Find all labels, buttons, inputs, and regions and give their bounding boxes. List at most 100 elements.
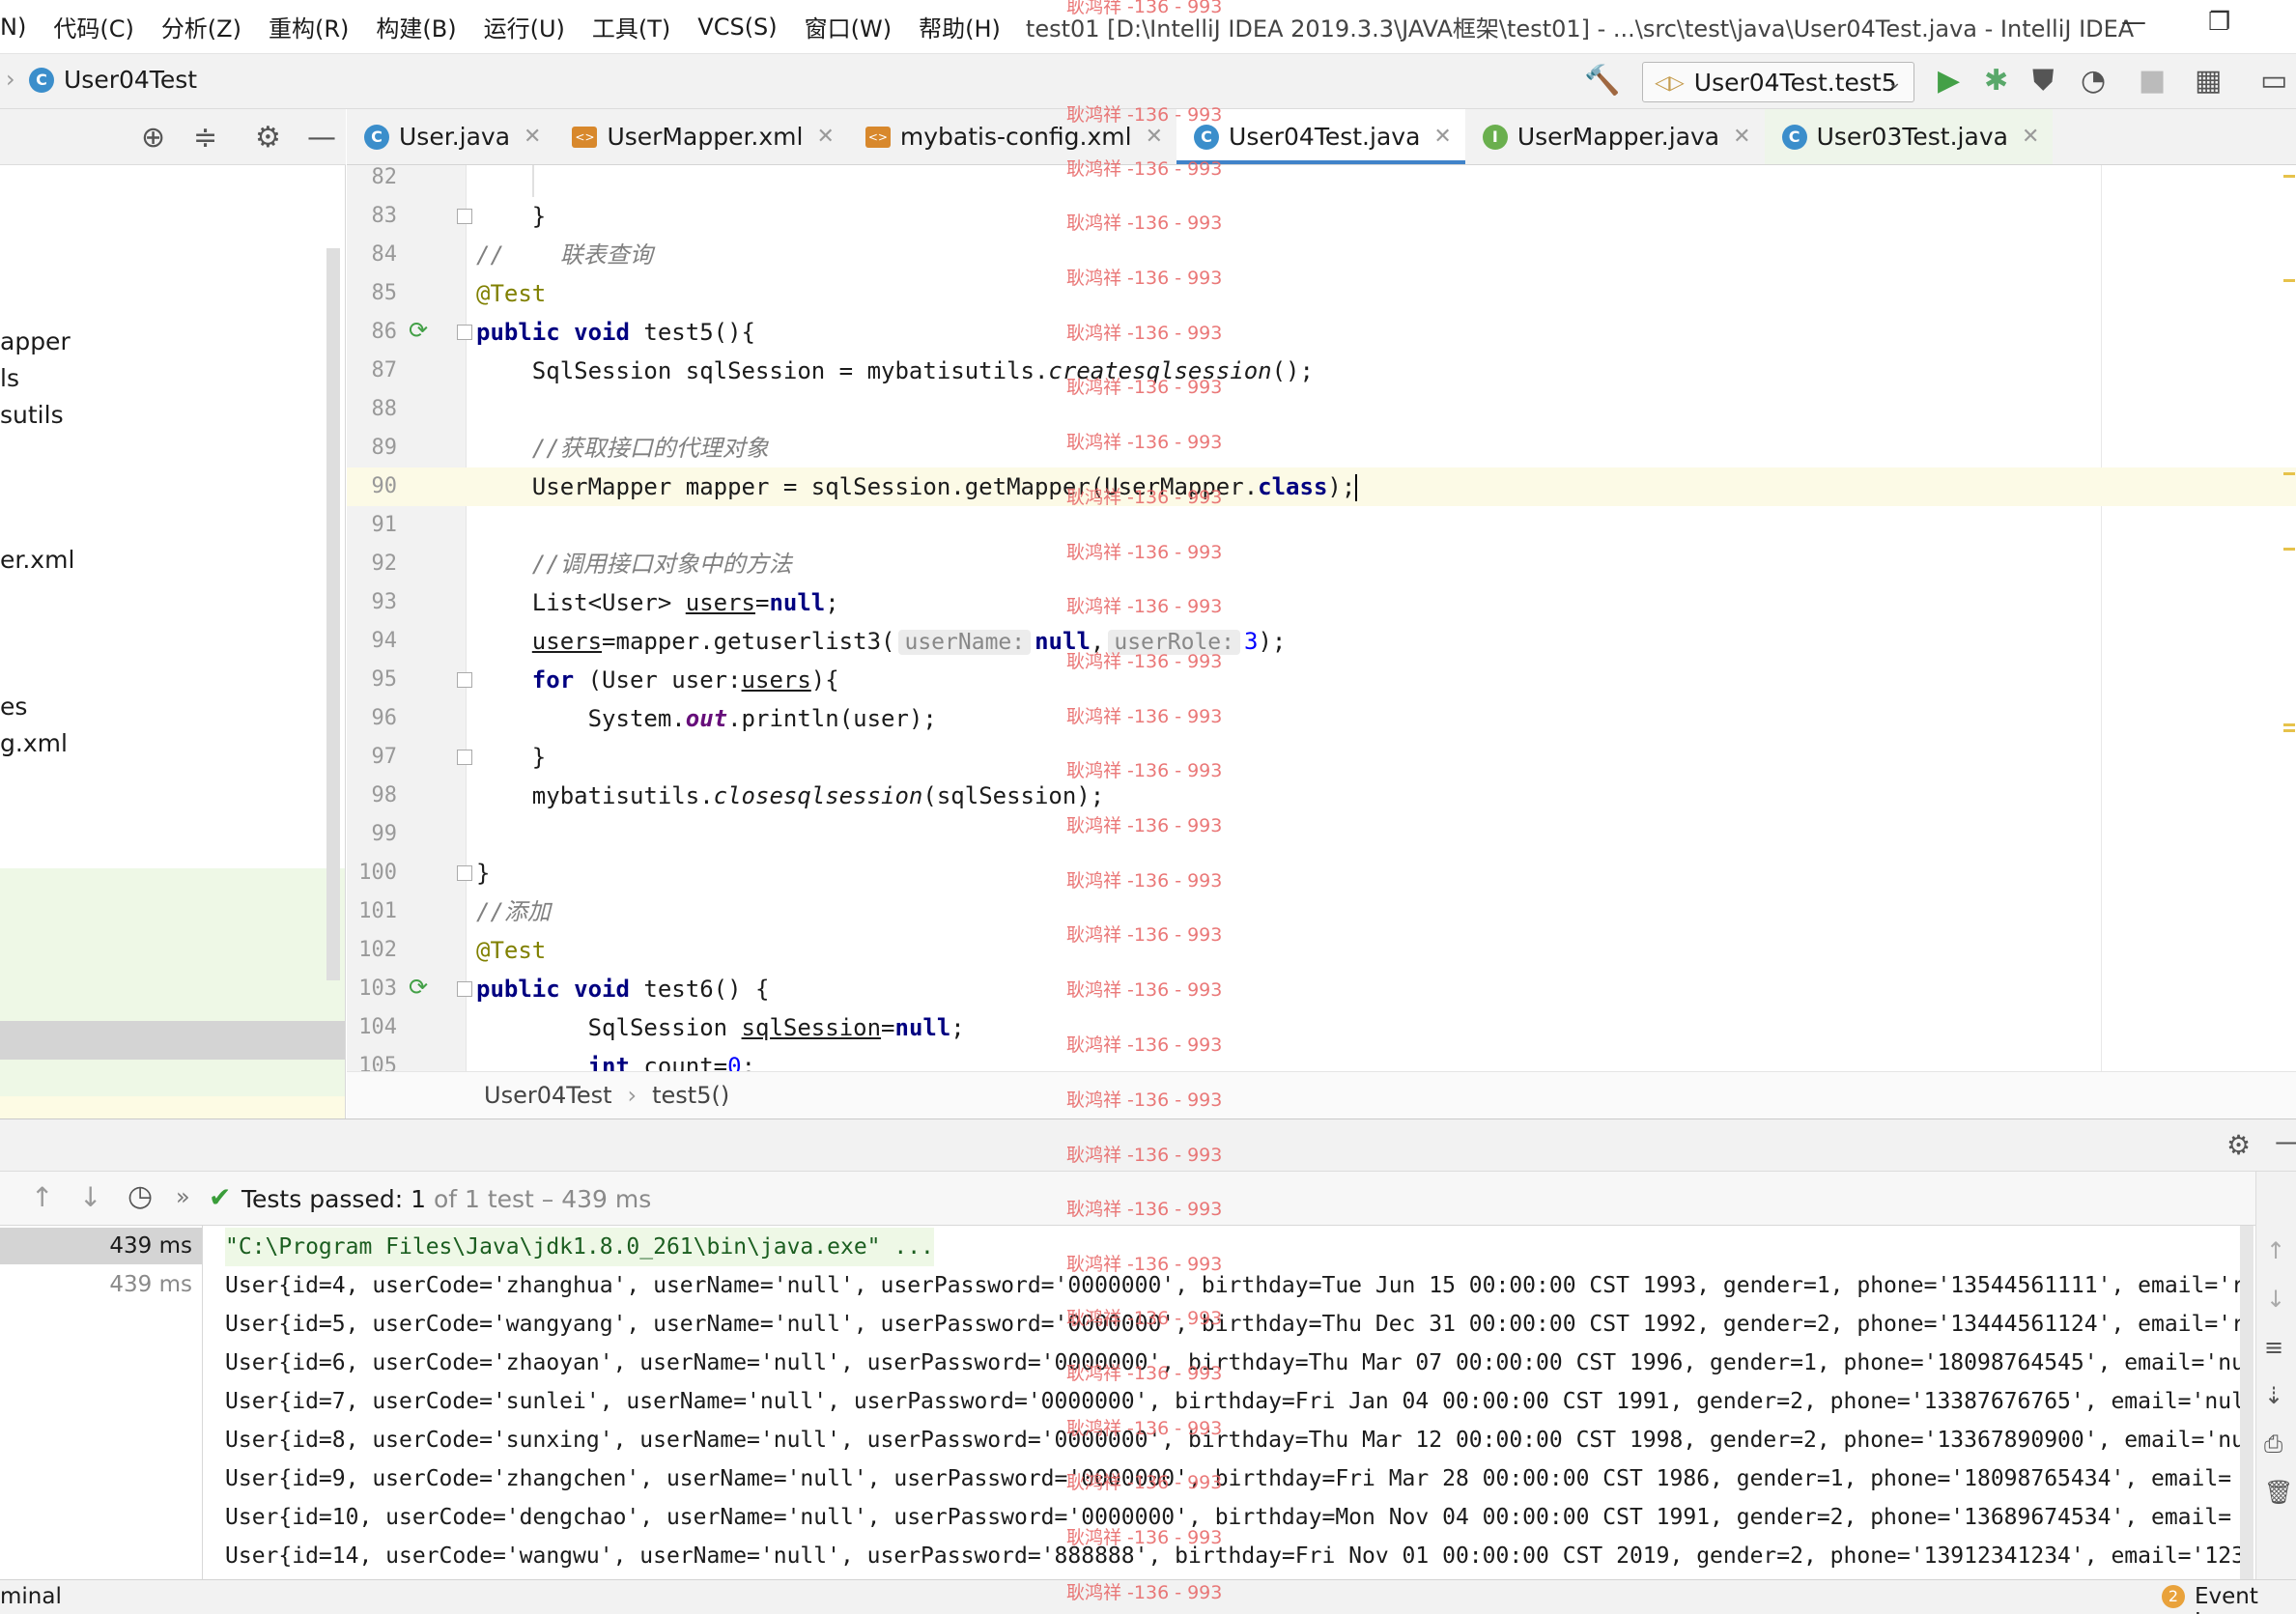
tree-item[interactable]: ls <box>0 364 19 392</box>
code-annotation: @Test <box>476 937 547 964</box>
menu-item-help[interactable]: 帮助(H) <box>905 10 1014 43</box>
tab-user03test-java[interactable]: C User03Test.java ✕ <box>1764 109 2054 164</box>
error-stripe-mark[interactable] <box>2283 729 2295 732</box>
fold-icon[interactable] <box>457 325 472 340</box>
menu-item-vcs[interactable]: VCS(S) <box>684 14 790 41</box>
code-line: 86 ⟳ public void test5(){ <box>347 313 2296 352</box>
menu-item-run[interactable]: 运行(U) <box>470 10 579 43</box>
event-log-button[interactable]: Event Log <box>2195 1584 2296 1614</box>
soft-wrap-icon[interactable]: ≡ <box>2264 1334 2283 1361</box>
tree-item[interactable]: g.xml <box>0 729 68 757</box>
tab-usermapper-java[interactable]: I UserMapper.java ✕ <box>1465 109 1765 164</box>
code-line: 91 <box>347 506 2296 545</box>
error-stripe-mark[interactable] <box>2283 175 2295 178</box>
test-history-icon[interactable]: ◷ <box>128 1179 153 1213</box>
restore-window-icon[interactable]: ❐ <box>2208 8 2230 37</box>
tab-usermapper-xml[interactable]: <> UserMapper.xml ✕ <box>554 109 847 164</box>
console-line: User{id=10, userCode='dengchao', userNam… <box>225 1505 2232 1530</box>
error-stripe-mark[interactable] <box>2283 548 2295 551</box>
code-line: 88 <box>347 390 2296 429</box>
trash-icon[interactable]: 🗑 <box>2264 1479 2293 1506</box>
fold-icon[interactable] <box>457 672 472 688</box>
coverage-icon[interactable]: ⛊ <box>2032 64 2055 99</box>
code-editor[interactable]: 82 83 } 84 // 联表查询 85 @Test 86 ⟳ public … <box>347 165 2296 1071</box>
error-stripe-mark[interactable] <box>2283 279 2295 282</box>
profile-icon[interactable]: ◔ <box>2081 64 2106 99</box>
breadcrumb-method[interactable]: test5() <box>652 1082 729 1109</box>
close-icon[interactable]: ✕ <box>524 125 541 149</box>
gear-icon[interactable]: ⚙ <box>255 121 281 155</box>
code-line: 95 for (User user:users){ <box>347 661 2296 699</box>
code-line: 98 mybatisutils.closesqlsession(sqlSessi… <box>347 777 2296 815</box>
close-icon[interactable]: ✕ <box>2022 125 2039 149</box>
code-line: 92 //调用接口对象中的方法 <box>347 545 2296 583</box>
watermark-text: 耿鸿祥 -136 - 993 <box>1066 1582 1223 1603</box>
close-icon[interactable]: ✕ <box>816 125 834 149</box>
line-number: 99 <box>371 822 398 846</box>
stop-icon[interactable]: ■ <box>2139 64 2166 99</box>
hide-panel-icon[interactable]: — <box>307 121 336 155</box>
tree-item[interactable]: apper <box>0 327 71 355</box>
close-icon[interactable]: ✕ <box>1733 125 1750 149</box>
tree-item[interactable]: sutils <box>0 401 64 429</box>
class-icon: C <box>364 124 389 150</box>
menu-item-build[interactable]: 构建(B) <box>362 10 469 43</box>
project-structure-icon[interactable]: ▦ <box>2195 64 2222 99</box>
menu-item-tools[interactable]: 工具(T) <box>579 10 684 43</box>
console-output[interactable]: "C:\Program Files\Java\jdk1.8.0_261\bin\… <box>204 1226 2255 1579</box>
fold-icon[interactable] <box>457 209 472 224</box>
layout-icon[interactable]: ▭ <box>2260 64 2287 99</box>
run-test-gutter-icon[interactable]: ⟳ <box>409 317 428 344</box>
debug-icon[interactable]: ✱ <box>1984 64 2008 99</box>
error-stripe-mark[interactable] <box>2283 723 2295 726</box>
next-failed-test-icon[interactable]: ↓ <box>79 1181 101 1213</box>
line-number: 90 <box>371 474 398 498</box>
gear-icon[interactable]: ⚙ <box>2226 1129 2251 1161</box>
console-scrollbar[interactable] <box>2240 1226 2253 1579</box>
run-configuration-select[interactable]: ◁▷ User04Test.test5 ⌄ <box>1642 62 1914 102</box>
fold-icon[interactable] <box>457 750 472 765</box>
scroll-to-end-icon[interactable]: ⇣ <box>2264 1382 2283 1409</box>
watermark-text: 耿鸿祥 -136 - 993 <box>1066 268 1223 289</box>
tree-item[interactable]: es <box>0 693 27 721</box>
locate-file-icon[interactable]: ⊕ <box>141 121 165 155</box>
error-stripe-mark[interactable] <box>2283 472 2295 475</box>
project-scrollbar[interactable] <box>326 248 340 980</box>
code-comment: //添加 <box>476 898 551 925</box>
tree-current-row <box>0 1096 345 1119</box>
close-icon[interactable]: ✕ <box>1433 125 1451 149</box>
watermark-text: 耿鸿祥 -136 - 993 <box>1066 924 1223 946</box>
menu-item-window[interactable]: 窗口(W) <box>791 10 905 43</box>
watermark-text: 耿鸿祥 -136 - 993 <box>1066 0 1223 17</box>
menu-item-code[interactable]: 代码(C) <box>40 10 147 43</box>
tab-user-java[interactable]: C User.java ✕ <box>347 109 554 164</box>
menu-item-navigate[interactable]: N) <box>0 14 40 41</box>
console-line: User{id=7, userCode='sunlei', userName='… <box>225 1389 2245 1414</box>
tree-item[interactable]: er.xml <box>0 546 74 574</box>
fold-icon[interactable] <box>457 981 472 997</box>
scroll-up-icon[interactable]: ↑ <box>2266 1237 2285 1264</box>
test-tree-row[interactable]: 439 ms <box>0 1266 202 1303</box>
build-hammer-icon[interactable]: 🔨 <box>1584 64 1620 99</box>
scroll-down-icon[interactable]: ↓ <box>2266 1286 2285 1313</box>
terminal-tool-button[interactable]: minal <box>0 1584 62 1609</box>
minimize-window-icon[interactable]: — <box>2121 8 2146 37</box>
collapse-all-icon[interactable]: ≑ <box>193 121 217 155</box>
breadcrumb-class[interactable]: User04Test <box>484 1082 612 1109</box>
hide-panel-icon[interactable]: — <box>2275 1125 2296 1157</box>
nav-file-crumb[interactable]: C User04Test <box>29 66 197 94</box>
close-icon[interactable]: ✕ <box>1146 125 1163 149</box>
line-number: 91 <box>371 513 398 537</box>
run-test-gutter-icon[interactable]: ⟳ <box>409 974 428 1001</box>
fold-icon[interactable] <box>457 865 472 881</box>
test-tree-row-selected[interactable]: 439 ms <box>0 1228 202 1264</box>
previous-failed-test-icon[interactable]: ↑ <box>31 1181 53 1213</box>
menu-item-analyze[interactable]: 分析(Z) <box>148 10 255 43</box>
watermark-text: 耿鸿祥 -136 - 993 <box>1066 1527 1223 1548</box>
menu-item-refactor[interactable]: 重构(R) <box>255 10 362 43</box>
run-icon[interactable]: ▶ <box>1938 64 1960 99</box>
more-actions-icon[interactable]: » <box>176 1183 190 1210</box>
line-number: 88 <box>371 397 398 421</box>
print-icon[interactable]: ⎙ <box>2264 1430 2282 1458</box>
watermark-text: 耿鸿祥 -136 - 993 <box>1066 1090 1223 1111</box>
